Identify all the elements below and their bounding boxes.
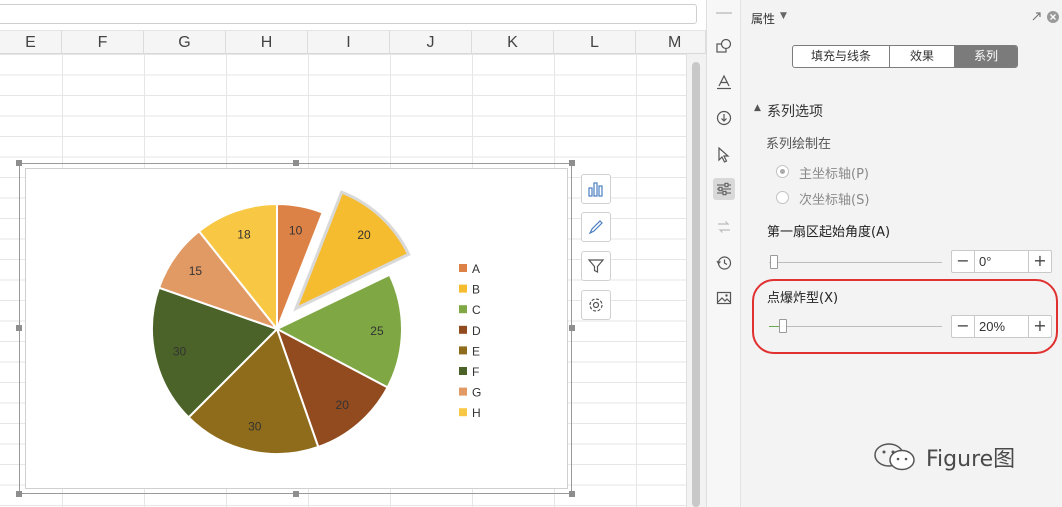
panel-icon-strip (706, 0, 741, 507)
history-icon[interactable] (713, 252, 735, 274)
shape-icon[interactable] (713, 35, 735, 57)
chart-style-button[interactable] (581, 212, 611, 242)
legend-label-g[interactable]: G (472, 386, 481, 400)
panel-title-dropdown-icon[interactable]: ▼ (780, 11, 787, 21)
select-icon[interactable] (713, 144, 735, 166)
legend-swatch-f[interactable] (459, 367, 467, 375)
spreadsheet-area: E F G H I J K L M 10 20 25 20 30 30 15 18 ABCDE… (0, 0, 706, 507)
legend-label-d[interactable]: D (472, 324, 481, 338)
chart-filter-icon (587, 259, 605, 273)
data-label-h[interactable]: 18 (237, 228, 251, 242)
data-label-b[interactable]: 20 (357, 228, 371, 242)
chart-elements-button[interactable] (581, 174, 611, 204)
data-label-d[interactable]: 20 (336, 398, 350, 412)
chart-filter-button[interactable] (581, 251, 611, 281)
legend-swatch-g[interactable] (459, 387, 467, 396)
first-slice-angle-slider[interactable] (769, 262, 942, 263)
first-slice-angle-label: 第一扇区起始角度(A) (767, 225, 891, 240)
increment-button[interactable]: + (1028, 251, 1051, 272)
panel-tabs: 填充与线条 效果 系列 (792, 45, 1018, 68)
legend-label-h[interactable]: H (472, 406, 481, 420)
legend-swatch-d[interactable] (459, 325, 467, 334)
expand-icon[interactable] (1032, 12, 1041, 21)
text-style-icon[interactable] (713, 71, 735, 93)
property-panel: 属性 ▼ 填充与线条 效果 系列 ▲ 系列选项 系列绘制在 主坐标轴(P) 次坐… (741, 0, 1062, 507)
first-slice-angle-slider-thumb[interactable] (770, 255, 778, 269)
chart-settings-button[interactable] (581, 290, 611, 320)
legend-swatch-e[interactable] (459, 346, 467, 355)
plot-series-on-label: 系列绘制在 (766, 137, 832, 152)
legend-swatch-h[interactable] (459, 408, 467, 417)
fill-icon[interactable] (713, 107, 735, 129)
secondary-axis-label: 次坐标轴(S) (799, 193, 870, 208)
chart-settings-icon (589, 298, 603, 312)
collapse-caret-icon[interactable]: ▲ (754, 103, 761, 113)
data-label-e[interactable]: 30 (248, 419, 262, 433)
legend-label-a[interactable]: A (472, 262, 480, 276)
watermark: Figure图 (872, 440, 1015, 474)
decrement-button[interactable]: − (952, 251, 975, 272)
legend-label-c[interactable]: C (472, 303, 481, 317)
panel-window-controls (1030, 8, 1062, 26)
drag-handle[interactable] (716, 12, 732, 14)
legend-label-e[interactable]: E (472, 344, 480, 358)
data-label-f[interactable]: 30 (173, 344, 187, 358)
chart-elements-icon (588, 182, 603, 197)
data-label-g[interactable]: 15 (189, 264, 203, 278)
chart-style-icon (588, 220, 603, 235)
primary-axis-radio[interactable] (776, 165, 789, 178)
tab-fill-line[interactable]: 填充与线条 (793, 46, 890, 67)
legend-swatch-a[interactable] (459, 264, 467, 272)
data-label-c[interactable]: 25 (370, 324, 384, 338)
image-icon[interactable] (713, 287, 735, 309)
panel-title: 属性 (751, 12, 776, 26)
tab-series[interactable]: 系列 (955, 46, 1017, 67)
series-options-heading[interactable]: 系列选项 (767, 101, 823, 121)
primary-axis-label: 主坐标轴(P) (799, 167, 869, 182)
legend-swatch-c[interactable] (459, 305, 467, 314)
legend-label-b[interactable]: B (472, 283, 480, 297)
swap-icon[interactable] (713, 216, 735, 238)
legend-label-f[interactable]: F (472, 365, 479, 379)
tab-effects[interactable]: 效果 (890, 46, 955, 67)
close-icon[interactable] (1047, 11, 1059, 23)
watermark-text: Figure图 (926, 447, 1016, 472)
wechat-icon (874, 443, 915, 471)
data-label-a[interactable]: 10 (289, 224, 303, 238)
first-slice-angle-spinner: − 0° + (951, 250, 1052, 273)
secondary-axis-radio[interactable] (776, 191, 789, 204)
annotation-highlight-oval (752, 279, 1058, 354)
series-options-icon[interactable] (713, 178, 735, 200)
first-slice-angle-input[interactable]: 0° (975, 251, 1028, 272)
legend-swatch-b[interactable] (459, 284, 467, 293)
